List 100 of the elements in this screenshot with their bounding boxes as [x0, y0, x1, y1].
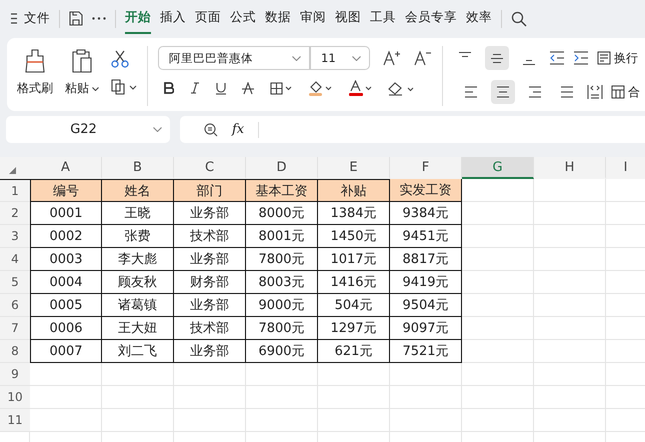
column-header[interactable]: F	[390, 157, 462, 179]
row-header[interactable]: 8	[0, 340, 30, 363]
search-icon[interactable]	[511, 10, 527, 26]
column-header[interactable]: G	[462, 157, 534, 179]
column-header[interactable]: C	[174, 157, 246, 179]
column-header[interactable]: D	[246, 157, 318, 179]
row-header[interactable]: 5	[0, 271, 30, 294]
font-size-dropdown[interactable]: 11	[310, 46, 370, 70]
function-button[interactable]: fx	[232, 122, 244, 137]
row-header[interactable]: 11	[0, 409, 30, 432]
table-cell: 9504元	[390, 294, 462, 317]
table-cell: 9419元	[390, 271, 462, 294]
table-cell: 0007	[30, 340, 102, 363]
table-cell: 7800元	[246, 248, 318, 271]
table-cell: 8001元	[246, 225, 318, 248]
ribbon-tab[interactable]: 插入	[160, 3, 186, 34]
table-cell: 0001	[30, 202, 102, 225]
column-header[interactable]: I	[606, 157, 645, 179]
copy-icon[interactable]	[111, 79, 137, 95]
align-icon	[522, 60, 536, 64]
wrap-text-button[interactable]: 换行	[597, 50, 638, 66]
row-header[interactable]: 6	[0, 294, 30, 317]
column-header[interactable]: E	[318, 157, 390, 179]
ribbon-tab[interactable]: 工具	[370, 3, 396, 34]
table-cell: 王晓	[102, 202, 174, 225]
table-cell: 0003	[30, 248, 102, 271]
table-cell: 8000元	[246, 202, 318, 225]
row-header[interactable]: 2	[0, 202, 30, 225]
merge-cells-button[interactable]: 合	[611, 84, 640, 100]
row-header[interactable]: 9	[0, 363, 30, 386]
file-menu[interactable]: 文件	[24, 10, 50, 27]
more-icon[interactable]	[92, 17, 106, 20]
format-painter-button[interactable]: 格式刷	[17, 46, 53, 97]
paste-button[interactable]: 粘贴	[65, 46, 99, 97]
column-header[interactable]: H	[534, 157, 606, 179]
eraser-icon[interactable]	[388, 80, 414, 96]
table-cell: 刘二飞	[102, 340, 174, 363]
ribbon-tab[interactable]: 效率	[466, 3, 492, 34]
font-color-icon[interactable]	[348, 80, 372, 96]
table-cell: 0004	[30, 271, 102, 294]
table-cell: 9000元	[246, 294, 318, 317]
table-cell: 业务部	[174, 248, 246, 271]
align-button[interactable]	[485, 46, 509, 70]
table-cell: 1416元	[318, 271, 390, 294]
table-cell: 业务部	[174, 202, 246, 225]
increase-indent-icon[interactable]	[573, 51, 589, 65]
bold-icon[interactable]	[164, 82, 174, 94]
formula-field[interactable]: fx	[180, 116, 645, 143]
table-cell: 1384元	[318, 202, 390, 225]
align-button[interactable]	[491, 80, 515, 104]
table-cell: 9451元	[390, 225, 462, 248]
ribbon-tab[interactable]: 公式	[230, 3, 256, 34]
align-icon	[464, 85, 478, 99]
brush-icon	[24, 49, 46, 73]
table-cell: 0005	[30, 294, 102, 317]
chevron-down-icon	[292, 56, 301, 60]
caret-icon	[92, 86, 99, 90]
zoom-icon	[204, 122, 218, 136]
increase-font-icon[interactable]	[383, 50, 401, 66]
row-header[interactable]: 3	[0, 225, 30, 248]
fill-color-icon[interactable]	[308, 80, 332, 96]
strikethrough-icon[interactable]	[242, 82, 254, 94]
align-icon	[528, 85, 542, 99]
wrap-text-icon	[597, 51, 611, 65]
table-cell: 9097元	[390, 317, 462, 340]
ribbon-tab[interactable]: 开始	[125, 3, 151, 34]
table-cell: 业务部	[174, 340, 246, 363]
name-box[interactable]: G22	[6, 116, 170, 143]
ribbon-tab[interactable]: 数据	[265, 3, 291, 34]
select-all-icon[interactable]	[9, 167, 16, 174]
table-cell: 7800元	[246, 317, 318, 340]
table-cell: 1450元	[318, 225, 390, 248]
align-icon	[458, 52, 472, 56]
border-icon[interactable]	[270, 82, 292, 94]
row-header[interactable]: 10	[0, 386, 30, 409]
ribbon-tab[interactable]: 会员专享	[405, 3, 457, 34]
row-header[interactable]: 4	[0, 248, 30, 271]
menu-icon[interactable]	[11, 13, 19, 24]
column-header[interactable]: B	[102, 157, 174, 179]
distribute-icon[interactable]	[587, 84, 603, 100]
decrease-indent-icon[interactable]	[549, 51, 565, 65]
row-header[interactable]: 7	[0, 317, 30, 340]
cut-icon[interactable]	[111, 50, 129, 68]
underline-icon[interactable]	[216, 82, 226, 94]
decrease-font-icon[interactable]	[414, 50, 432, 66]
table-cell: 顾友秋	[102, 271, 174, 294]
italic-icon[interactable]	[190, 82, 200, 94]
align-icon	[490, 54, 504, 62]
table-cell: 6900元	[246, 340, 318, 363]
font-name-dropdown[interactable]: 阿里巴巴普惠体	[158, 46, 310, 70]
ribbon-tab[interactable]: 视图	[335, 3, 361, 34]
row-header[interactable]: 1	[0, 179, 30, 202]
save-icon[interactable]	[69, 11, 83, 26]
header-cell: 基本工资	[246, 179, 318, 202]
ribbon-tab[interactable]: 页面	[195, 3, 221, 34]
table-cell: 张费	[102, 225, 174, 248]
column-header[interactable]: A	[30, 157, 102, 179]
chevron-down-icon	[352, 56, 361, 60]
table-cell: 8003元	[246, 271, 318, 294]
ribbon-tab[interactable]: 审阅	[300, 3, 326, 34]
